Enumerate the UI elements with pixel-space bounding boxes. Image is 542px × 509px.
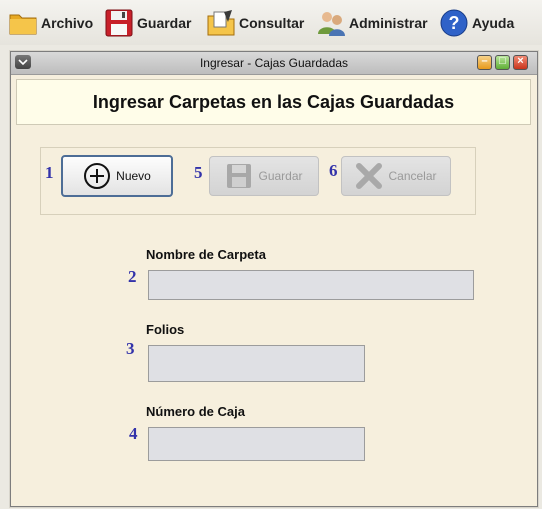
form-header: Ingresar Carpetas en las Cajas Guardadas [16,79,531,125]
menu-guardar[interactable]: Guardar [104,6,191,40]
menu-consultar-label: Consultar [239,15,305,31]
floppy-disk-icon [227,164,252,188]
menu-archivo[interactable]: Archivo [8,6,93,40]
step-number-nombre: 2 [128,267,137,286]
close-button[interactable]: × [513,55,528,70]
floppy-disk-icon [105,9,133,37]
numero-caja-input[interactable] [148,427,365,461]
svg-text:?: ? [449,13,460,33]
nombre-carpeta-input[interactable] [148,270,474,300]
minimize-button[interactable]: – [477,55,492,70]
maximize-button[interactable]: □ [495,55,510,70]
menu-administrar[interactable]: Administrar [316,6,428,40]
menu-ayuda[interactable]: ? Ayuda [439,6,514,40]
step-number-nuevo: 1 [45,163,54,182]
search-folder-icon [207,10,235,36]
folder-icon [9,14,37,35]
menubar: Archivo Guardar Consultar Administrar ? [0,0,542,45]
step-number-folios: 3 [126,339,135,358]
form-title: Ingresar Carpetas en las Cajas Guardadas [92,92,455,112]
close-icon: × [517,55,524,67]
guardar-button-label: Guardar [258,169,303,183]
minimize-icon: – [481,55,488,67]
internal-window: Ingresar - Cajas Guardadas – □ × Ingresa… [10,51,538,507]
menu-consultar[interactable]: Consultar [206,6,304,40]
x-icon [356,163,383,189]
plus-circle-icon [84,163,111,189]
nombre-carpeta-label: Nombre de Carpeta [146,247,266,262]
menu-ayuda-label: Ayuda [472,15,515,31]
window-titlebar[interactable]: Ingresar - Cajas Guardadas – □ × [11,52,537,75]
step-number-guardar: 5 [194,163,203,182]
maximize-icon: □ [499,55,506,67]
menu-archivo-label: Archivo [41,15,94,31]
nuevo-button-label: Nuevo [116,169,151,183]
numero-caja-label: Número de Caja [146,404,245,419]
menu-administrar-label: Administrar [349,15,428,31]
menu-guardar-label: Guardar [137,15,192,31]
step-number-caja: 4 [129,424,138,443]
nuevo-button[interactable]: Nuevo [61,155,173,197]
step-number-cancelar: 6 [329,161,338,180]
folios-label: Folios [146,322,185,337]
cancelar-button-label: Cancelar [388,169,437,183]
users-icon [318,12,345,36]
guardar-button[interactable]: Guardar [209,156,319,196]
folios-input[interactable] [148,345,365,382]
window-title: Ingresar - Cajas Guardadas [199,56,349,70]
help-icon: ? [440,9,468,37]
cancelar-button[interactable]: Cancelar [341,156,451,196]
